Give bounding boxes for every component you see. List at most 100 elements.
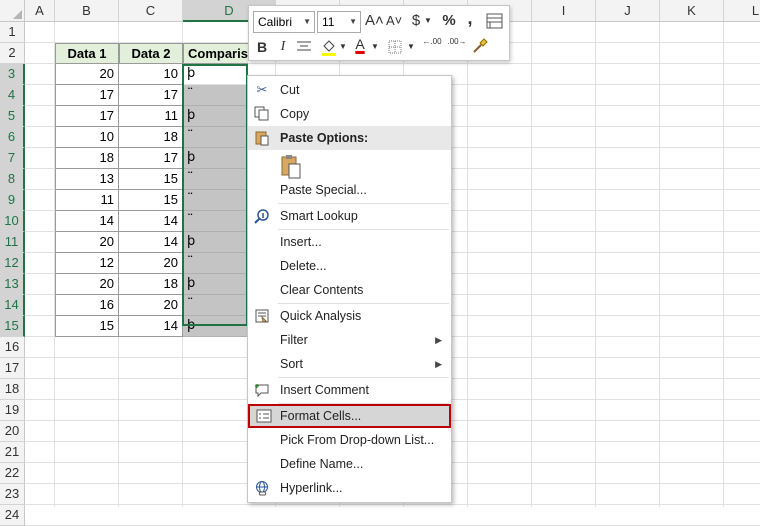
row-header-18[interactable]: 18 (0, 379, 25, 400)
column-header-i[interactable]: I (532, 0, 596, 22)
column-header-j[interactable]: J (596, 0, 660, 22)
column-header-l[interactable]: L (724, 0, 760, 22)
cell-data1[interactable]: 12 (55, 253, 119, 274)
row-header-13[interactable]: 13 (0, 274, 25, 295)
align-center-icon[interactable] (295, 39, 313, 55)
menu-item-pick-from-list[interactable]: Pick From Drop-down List... (248, 428, 451, 452)
font-color-icon[interactable]: A (353, 34, 367, 54)
menu-item-sort[interactable]: Sort ▶ (248, 352, 451, 376)
font-name-box[interactable]: Calibri ▼ (253, 11, 315, 33)
cell-data1[interactable]: 17 (55, 85, 119, 106)
chevron-down-icon[interactable]: ▼ (371, 37, 379, 57)
cell-comparison[interactable]: ¨ (183, 85, 247, 106)
cell-comparison[interactable]: ¨ (183, 295, 247, 316)
menu-item-cut[interactable]: ✂ Cut (248, 78, 451, 102)
cell-data2[interactable]: 14 (119, 211, 183, 232)
grow-font-icon[interactable]: A˄ (365, 11, 384, 31)
decrease-decimal-button[interactable]: .00→ (446, 37, 468, 47)
fill-color-icon[interactable] (320, 37, 338, 57)
row-header-1[interactable]: 1 (0, 22, 25, 43)
cell-comparison[interactable]: þ (183, 148, 247, 169)
row-header-4[interactable]: 4 (0, 85, 25, 106)
menu-item-define-name[interactable]: Define Name... (248, 452, 451, 476)
cell-data1[interactable]: 15 (55, 316, 119, 337)
cell-data2[interactable]: 20 (119, 295, 183, 316)
menu-item-quick-analysis[interactable]: Quick Analysis (248, 304, 451, 328)
column-header-c[interactable]: C (119, 0, 183, 22)
cell-data2[interactable]: 15 (119, 190, 183, 211)
chevron-down-icon[interactable]: ▼ (424, 11, 432, 31)
cell-comparison[interactable]: ¨ (183, 190, 247, 211)
row-header-8[interactable]: 8 (0, 169, 25, 190)
cell-data1[interactable]: 20 (55, 64, 119, 85)
row-header-15[interactable]: 15 (0, 316, 25, 337)
menu-item-insert-comment[interactable]: Insert Comment (248, 378, 451, 402)
row-header-10[interactable]: 10 (0, 211, 25, 232)
row-header-2[interactable]: 2 (0, 43, 25, 64)
row-header-3[interactable]: 3 (0, 64, 25, 85)
row-header-6[interactable]: 6 (0, 127, 25, 148)
cell-data2[interactable]: 17 (119, 85, 183, 106)
menu-item-copy[interactable]: Copy (248, 102, 451, 126)
cell-data2[interactable]: 15 (119, 169, 183, 190)
cell-comparison[interactable]: þ (183, 274, 247, 295)
row-header-16[interactable]: 16 (0, 337, 25, 358)
column-header-a[interactable]: A (25, 0, 55, 22)
cell-comparison[interactable]: þ (183, 106, 247, 127)
select-all-corner[interactable] (0, 0, 25, 22)
borders-icon[interactable] (387, 39, 403, 55)
menu-item-smart-lookup[interactable]: Smart Lookup (248, 204, 451, 228)
menu-item-hyperlink[interactable]: Hyperlink... (248, 476, 451, 500)
italic-button[interactable]: I (276, 37, 290, 57)
header-data2[interactable]: Data 2 (119, 43, 183, 64)
bold-button[interactable]: B (255, 37, 269, 57)
currency-button[interactable]: $ (409, 11, 423, 31)
format-painter-icon[interactable] (471, 37, 489, 55)
menu-item-insert[interactable]: Insert... (248, 230, 451, 254)
cell-data2[interactable]: 18 (119, 127, 183, 148)
cell-data1[interactable]: 17 (55, 106, 119, 127)
cell-comparison[interactable]: ¨ (183, 253, 247, 274)
row-header-20[interactable]: 20 (0, 421, 25, 442)
cell-data2[interactable]: 11 (119, 106, 183, 127)
cell-data2[interactable]: 17 (119, 148, 183, 169)
cell-comparison[interactable]: ¨ (183, 169, 247, 190)
header-comparison[interactable]: Comparis (183, 43, 248, 64)
row-header-24[interactable]: 24 (0, 505, 25, 526)
menu-item-delete[interactable]: Delete... (248, 254, 451, 278)
chevron-down-icon[interactable]: ▼ (339, 37, 347, 57)
row-header-22[interactable]: 22 (0, 463, 25, 484)
menu-item-paste-special[interactable]: Paste Special... (248, 178, 451, 202)
row-header-11[interactable]: 11 (0, 232, 25, 253)
increase-decimal-button[interactable]: ←.00 (421, 37, 443, 47)
cell-data1[interactable]: 18 (55, 148, 119, 169)
cell-data1[interactable]: 20 (55, 274, 119, 295)
comma-button[interactable]: , (463, 8, 477, 28)
cell-comparison[interactable]: þ (183, 64, 247, 85)
row-header-21[interactable]: 21 (0, 442, 25, 463)
cell-data1[interactable]: 13 (55, 169, 119, 190)
percent-button[interactable]: % (441, 11, 457, 31)
header-data1[interactable]: Data 1 (55, 43, 119, 64)
menu-item-format-cells[interactable]: Format Cells... (248, 404, 451, 428)
row-header-7[interactable]: 7 (0, 148, 25, 169)
cell-data1[interactable]: 20 (55, 232, 119, 253)
row-header-23[interactable]: 23 (0, 484, 25, 505)
cell-data2[interactable]: 10 (119, 64, 183, 85)
menu-item-filter[interactable]: Filter ▶ (248, 328, 451, 352)
cell-comparison[interactable]: þ (183, 316, 247, 337)
chevron-down-icon[interactable]: ▼ (407, 37, 415, 57)
format-painter-table-icon[interactable] (485, 13, 503, 29)
cell-data2[interactable]: 14 (119, 232, 183, 253)
cell-data2[interactable]: 18 (119, 274, 183, 295)
row-header-19[interactable]: 19 (0, 400, 25, 421)
row-header-9[interactable]: 9 (0, 190, 25, 211)
cell-data1[interactable]: 14 (55, 211, 119, 232)
row-header-14[interactable]: 14 (0, 295, 25, 316)
cell-data1[interactable]: 10 (55, 127, 119, 148)
font-size-box[interactable]: 11 ▼ (317, 11, 361, 33)
row-header-5[interactable]: 5 (0, 106, 25, 127)
cell-comparison[interactable]: ¨ (183, 127, 247, 148)
row-header-12[interactable]: 12 (0, 253, 25, 274)
cell-data1[interactable]: 16 (55, 295, 119, 316)
